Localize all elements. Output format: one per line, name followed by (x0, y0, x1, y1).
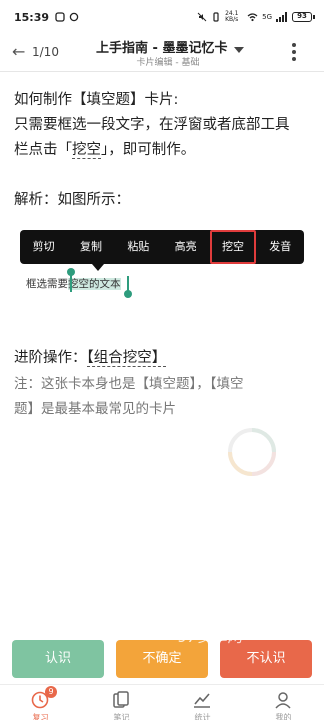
page-subtitle: 卡片编辑 - 基础 (0, 55, 324, 68)
group-cloze-link[interactable]: 【组合挖空】 (86, 350, 167, 367)
loading-spinner-icon (228, 428, 276, 476)
watermark: 97安卓网 (178, 628, 243, 646)
menu-item-cut[interactable]: 剪切 (20, 230, 67, 264)
tab-review-label: 复习 (32, 713, 49, 720)
note-line-1: 注：这张卡本身也是【填空题】，【填空 (14, 376, 244, 392)
status-bar: 15:39 24.1 KB/s 5G 93 (0, 0, 324, 34)
context-menu: 剪切 复制 粘贴 高亮 挖空 发音 (20, 230, 304, 264)
status-time: 15:39 (14, 10, 50, 24)
card-line-2: 只需要框选一段文字，在浮窗或者底部工具 (14, 117, 290, 133)
wifi-icon (247, 13, 258, 22)
menu-item-paste[interactable]: 粘贴 (115, 230, 162, 264)
advanced-line: 进阶操作：【组合挖空】 (14, 346, 167, 367)
selection-start-line (70, 274, 72, 292)
selection-prefix: 框选需要 (26, 278, 68, 290)
selection-end-handle[interactable] (124, 290, 132, 298)
profile-person-icon (275, 692, 291, 709)
analysis-label: 解析：如图所示： (14, 192, 130, 208)
chevron-down-icon[interactable] (234, 47, 244, 53)
top-nav: ← 1/10 上手指南 - 墨墨记忆卡 卡片编辑 - 基础 (0, 34, 324, 72)
tab-bar: 9 复习 笔记 统计 我的 (0, 684, 324, 720)
card-line-3-pre: 栏点击「 (14, 142, 72, 158)
tab-review[interactable]: 9 复习 (0, 685, 81, 720)
card-line-3-post: 」，即可制作。 (101, 142, 196, 158)
network-type: 5G (262, 13, 272, 21)
tab-stats-label: 统计 (194, 713, 211, 720)
card-line-3: 栏点击「挖空」，即可制作。 (14, 138, 195, 159)
status-right-icons: 24.1 KB/s 5G 93 (197, 10, 315, 23)
menu-item-pronounce[interactable]: 发音 (257, 230, 304, 264)
tab-profile[interactable]: 我的 (243, 685, 324, 720)
notes-cards-icon (113, 691, 129, 708)
card-heading: 如何制作【填空题】卡片: (14, 92, 179, 108)
status-notification-icons (55, 12, 79, 22)
sync-icon (69, 12, 79, 22)
selection-demo: 框选需要挖空的文本 (26, 276, 121, 291)
app-notification-icon (55, 12, 65, 22)
more-vertical-icon[interactable] (292, 43, 296, 61)
signal-icon (276, 12, 287, 22)
tab-notes[interactable]: 笔记 (81, 685, 162, 720)
advanced-label: 进阶操作： (14, 350, 87, 366)
vibrate-icon (213, 12, 219, 22)
menu-item-highlight[interactable]: 高亮 (162, 230, 209, 264)
net-speed: 24.1 KB/s (225, 10, 239, 23)
tab-notes-label: 笔记 (113, 713, 130, 720)
menu-item-cloze[interactable]: 挖空 (209, 230, 256, 264)
tab-profile-label: 我的 (275, 713, 292, 720)
know-button[interactable]: 认识 (12, 640, 104, 678)
tab-stats[interactable]: 统计 (162, 685, 243, 720)
page-subtitle-text: 卡片编辑 - 基础 (136, 58, 200, 68)
mute-icon (197, 12, 207, 22)
menu-pointer (92, 264, 104, 271)
review-badge: 9 (45, 686, 57, 698)
page-title[interactable]: 上手指南 - 墨墨记忆卡 (96, 37, 227, 56)
menu-item-copy[interactable]: 复制 (67, 230, 114, 264)
stats-chart-icon (194, 693, 210, 708)
battery-icon: 93 (292, 12, 315, 22)
selected-text: 挖空的文本 (68, 278, 121, 290)
cloze-link[interactable]: 挖空 (72, 142, 101, 159)
note-line-2: 题】是最基本最常见的卡片 (14, 401, 176, 417)
